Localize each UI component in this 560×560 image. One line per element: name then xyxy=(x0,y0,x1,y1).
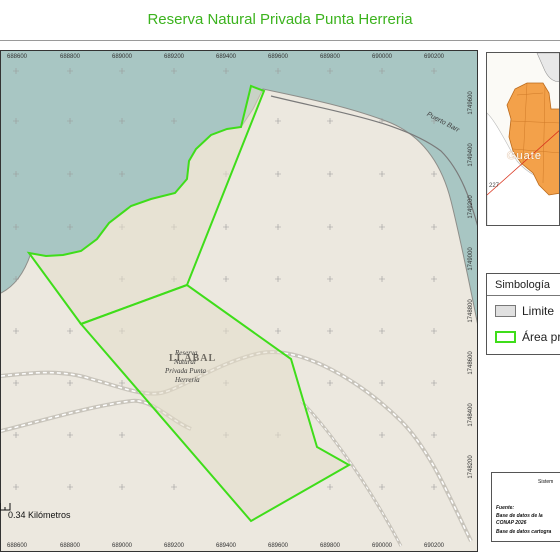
source-box: Sistem Fuente: Base de datos de la CONAP… xyxy=(491,472,560,542)
x-tick-top: 689400 xyxy=(215,54,237,60)
x-tick-top: 688800 xyxy=(59,54,81,60)
x-tick-top: 688600 xyxy=(6,54,28,60)
scale-label: 0.34 Kilómetros xyxy=(8,510,71,520)
y-tick: 1748600 xyxy=(468,351,474,375)
source-system: Sistem xyxy=(538,479,554,485)
y-tick: 1748200 xyxy=(468,455,474,479)
source-line: Base de datos cartogra xyxy=(496,529,552,535)
legend-swatch xyxy=(495,331,516,343)
y-tick: 1749600 xyxy=(468,91,474,115)
locator-road-number: 227 xyxy=(489,183,500,189)
map-title: Reserva Natural Privada Punta Herreria xyxy=(147,11,413,28)
x-tick-bottom: 690200 xyxy=(423,543,445,549)
reserve-label-line: Reserva xyxy=(175,349,198,357)
x-tick-bottom: 690000 xyxy=(371,543,393,549)
legend-title: Simbología xyxy=(495,279,551,291)
locator-country-label: Guate xyxy=(507,150,542,162)
legend-label: Limite xyxy=(522,304,555,318)
x-tick-top: 690000 xyxy=(371,54,393,60)
x-tick-bottom: 688800 xyxy=(59,543,81,549)
x-tick-top: 690200 xyxy=(423,54,445,60)
x-tick-bottom: 689600 xyxy=(267,543,289,549)
reserve-label-line: Herreria xyxy=(175,376,200,384)
x-tick-bottom: 689800 xyxy=(319,543,341,549)
legend: Simbología Limite Área pr xyxy=(486,273,560,355)
y-tick: 1748400 xyxy=(468,403,474,427)
title-bar: Reserva Natural Privada Punta Herreria xyxy=(0,0,560,41)
y-tick: 1749400 xyxy=(468,143,474,167)
x-tick-top: 689200 xyxy=(163,54,185,60)
legend-swatch xyxy=(495,305,516,317)
main-map[interactable]: 688600 688800 689000 689200 689400 68960… xyxy=(0,50,478,552)
x-tick-top: 689600 xyxy=(267,54,289,60)
locator-map[interactable]: Guate 227 xyxy=(486,52,560,226)
locator-canvas xyxy=(487,53,559,225)
x-tick-bottom: 688600 xyxy=(6,543,28,549)
legend-label: Área pr xyxy=(522,330,560,344)
legend-divider xyxy=(487,295,560,296)
y-tick: 1748800 xyxy=(468,299,474,323)
reserve-label-line: Privada Punta xyxy=(165,367,207,375)
x-tick-bottom: 689000 xyxy=(111,543,133,549)
source-line: CONAP 2026 xyxy=(496,520,527,526)
x-tick-bottom: 689400 xyxy=(215,543,237,549)
x-tick-bottom: 689200 xyxy=(163,543,185,549)
x-tick-top: 689000 xyxy=(111,54,133,60)
source-line: Base de datos de la xyxy=(496,513,543,519)
y-tick: 1749000 xyxy=(468,247,474,271)
map-canvas xyxy=(1,51,477,551)
x-tick-top: 689800 xyxy=(319,54,341,60)
source-heading: Fuente: xyxy=(496,505,515,511)
reserve-label-line: Natural xyxy=(174,358,196,366)
y-tick: 1749200 xyxy=(468,195,474,219)
